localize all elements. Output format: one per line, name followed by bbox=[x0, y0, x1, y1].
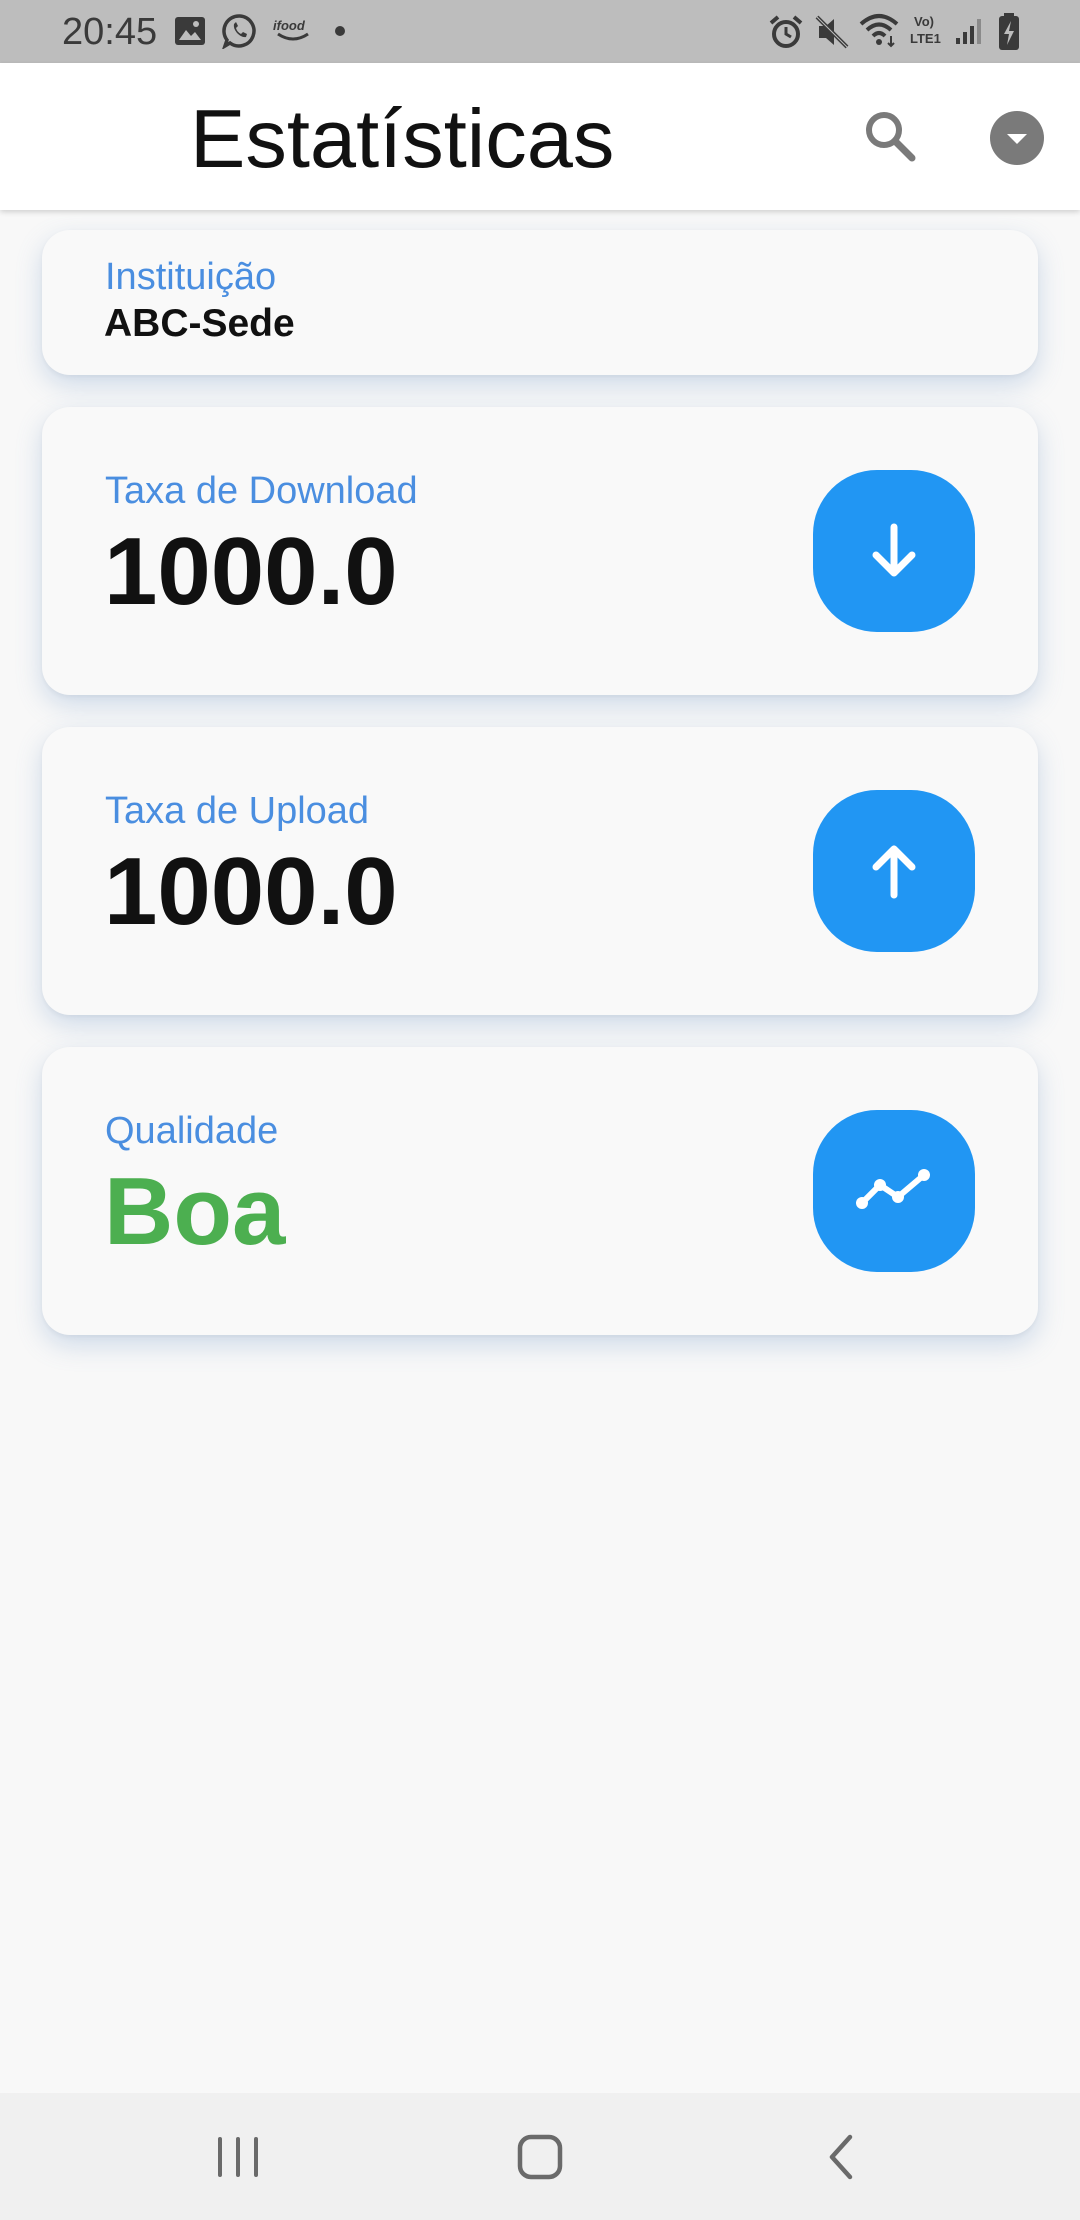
system-nav-bar bbox=[0, 2093, 1080, 2220]
quality-label: Qualidade bbox=[105, 1110, 279, 1152]
status-time: 20:45 bbox=[62, 11, 158, 53]
status-bar: 20:45 ifood Vo) LTE1 bbox=[0, 0, 1080, 63]
recent-apps-icon[interactable] bbox=[208, 2127, 268, 2187]
back-icon[interactable] bbox=[812, 2127, 872, 2187]
upload-label: Taxa de Upload bbox=[105, 790, 370, 832]
quality-value: Boa bbox=[104, 1158, 286, 1265]
upload-button[interactable] bbox=[813, 790, 975, 952]
institution-card: Instituição ABC-Sede bbox=[42, 230, 1038, 375]
quality-button[interactable] bbox=[813, 1110, 975, 1272]
wifi-icon bbox=[859, 14, 899, 48]
screen: 20:45 ifood Vo) LTE1 Estatísticas Instit… bbox=[0, 0, 1080, 2220]
mute-icon bbox=[815, 15, 849, 49]
whatsapp-icon bbox=[222, 14, 256, 49]
institution-value: ABC-Sede bbox=[104, 302, 295, 345]
app-bar: Estatísticas bbox=[0, 63, 1080, 210]
institution-label: Instituição bbox=[105, 256, 277, 298]
download-label: Taxa de Download bbox=[105, 470, 418, 512]
upload-value: 1000.0 bbox=[104, 838, 398, 945]
download-button[interactable] bbox=[813, 470, 975, 632]
ifood-smile-icon bbox=[277, 32, 309, 41]
trending-line-icon bbox=[856, 1169, 930, 1209]
dropdown-menu-icon[interactable] bbox=[990, 111, 1044, 165]
battery-icon bbox=[999, 13, 1019, 50]
arrow-up-icon bbox=[872, 845, 916, 899]
upload-card: Taxa de Upload 1000.0 bbox=[42, 727, 1038, 1015]
download-card: Taxa de Download 1000.0 bbox=[42, 407, 1038, 695]
page-title: Estatísticas bbox=[190, 92, 615, 185]
alarm-icon bbox=[769, 15, 803, 48]
ifood-icon: ifood bbox=[273, 18, 305, 33]
download-value: 1000.0 bbox=[104, 518, 398, 625]
dot-icon bbox=[335, 26, 345, 36]
arrow-down-icon bbox=[872, 523, 916, 577]
signal-icon bbox=[956, 19, 981, 44]
image-icon bbox=[175, 17, 205, 45]
quality-card: Qualidade Boa bbox=[42, 1047, 1038, 1335]
home-icon[interactable] bbox=[510, 2127, 570, 2187]
volte-bottom-text: LTE1 bbox=[910, 31, 941, 46]
volte-top-text: Vo) bbox=[914, 14, 934, 29]
search-icon[interactable] bbox=[862, 108, 918, 164]
